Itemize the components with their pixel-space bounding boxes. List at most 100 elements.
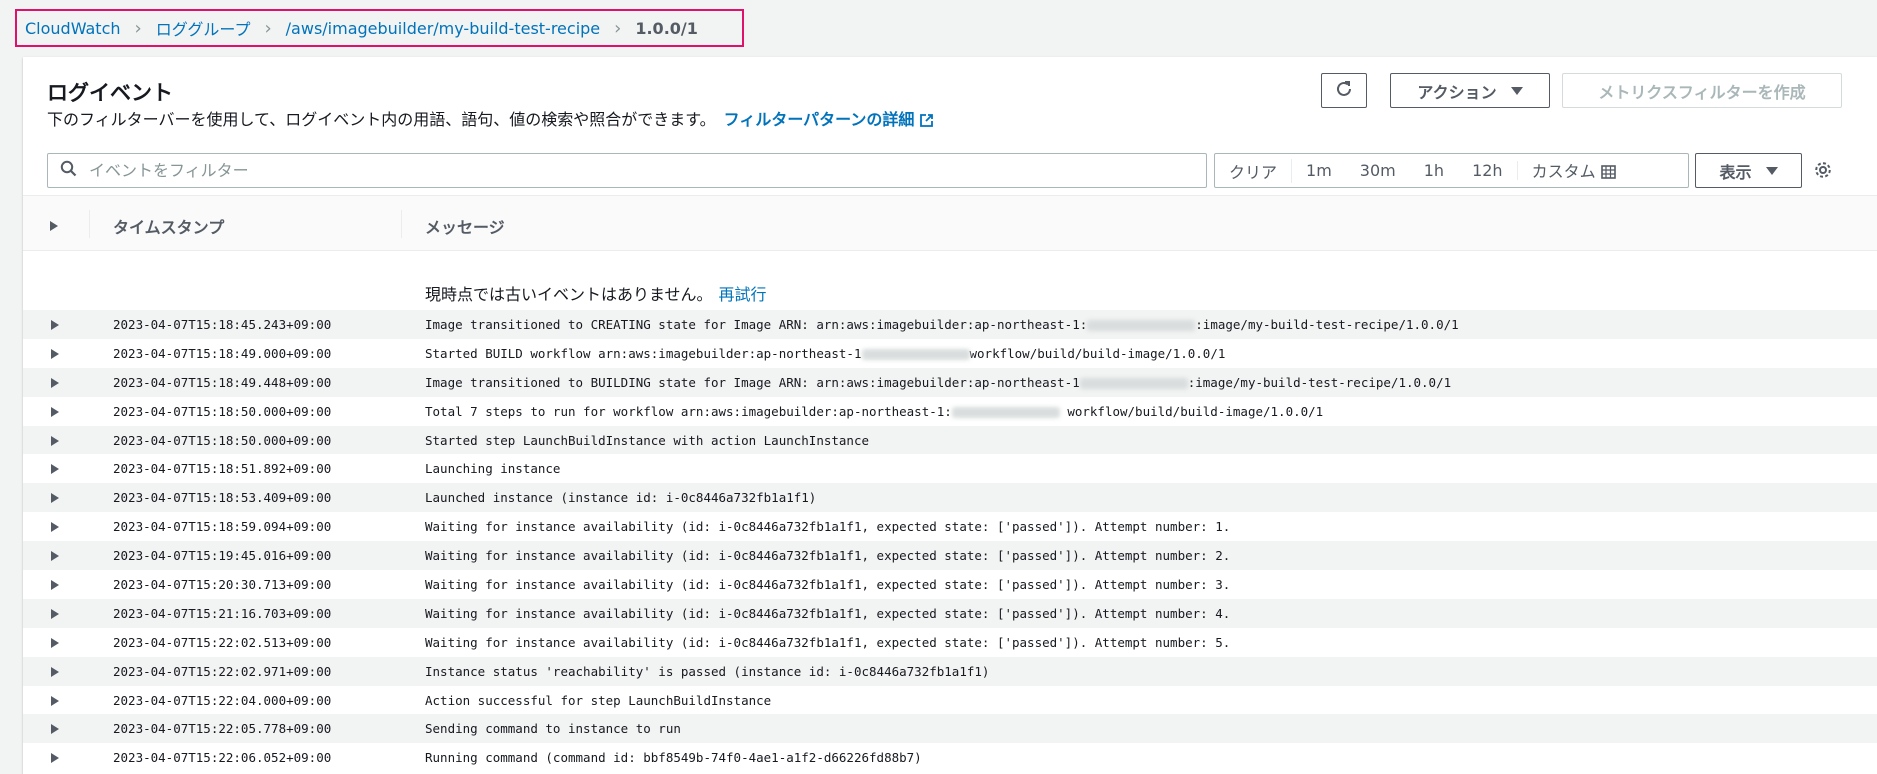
- log-event-row[interactable]: 2023-04-07T15:22:02.971+09:00 Instance st…: [23, 656, 1877, 686]
- message-text: Image transitioned to CREATING state for…: [425, 316, 1088, 332]
- expand-row-icon[interactable]: [50, 666, 60, 681]
- column-header-timestamp[interactable]: タイムスタンプ: [113, 214, 224, 238]
- log-event-row[interactable]: 2023-04-07T15:18:50.000+09:00 Started ste…: [23, 425, 1877, 455]
- time-range-1m[interactable]: 1m: [1292, 161, 1346, 180]
- search-field[interactable]: [47, 153, 1207, 188]
- expand-row-icon[interactable]: [50, 463, 60, 478]
- message-text-suffix: workflow/build/build-image/1.0.0/1: [969, 345, 1226, 361]
- message-text: Waiting for instance availability (id: i…: [425, 605, 1231, 621]
- search-icon: [60, 160, 77, 181]
- log-event-row[interactable]: 2023-04-07T15:18:50.000+09:00 Total 7 ste…: [23, 397, 1877, 426]
- create-metric-filter-button[interactable]: メトリクスフィルターを作成: [1562, 73, 1842, 108]
- caret-down-icon: [1510, 86, 1523, 95]
- log-event-row[interactable]: 2023-04-07T15:21:16.703+09:00 Waiting for…: [23, 598, 1877, 628]
- log-event-row[interactable]: 2023-04-07T15:22:06.052+09:00 Running com…: [23, 743, 1877, 772]
- expand-row-icon[interactable]: [50, 406, 60, 421]
- gear-icon[interactable]: [1813, 160, 1833, 184]
- retry-link[interactable]: 再試行: [719, 285, 767, 304]
- expand-row-icon[interactable]: [50, 695, 60, 710]
- log-event-row[interactable]: 2023-04-07T15:22:02.513+09:00 Waiting for…: [23, 628, 1877, 657]
- log-event-message: Waiting for instance availability (id: i…: [425, 635, 1230, 650]
- expand-row-icon[interactable]: [50, 319, 60, 334]
- log-event-row[interactable]: 2023-04-07T15:22:04.000+09:00 Action succ…: [23, 686, 1877, 715]
- log-event-message: Waiting for instance availability (id: i…: [425, 606, 1230, 621]
- log-event-message: Launching instance: [425, 461, 560, 476]
- message-text-suffix: :image/my-build-test-recipe/1.0.0/1: [1195, 316, 1459, 332]
- log-event-message: Running command (command id: bbf8549b-74…: [425, 750, 922, 765]
- redacted-account-id: [861, 348, 970, 360]
- search-input[interactable]: [87, 160, 1171, 181]
- log-event-row[interactable]: 2023-04-07T15:22:05.778+09:00 Sending com…: [23, 714, 1877, 744]
- expand-row-icon[interactable]: [50, 492, 60, 507]
- expand-row-icon[interactable]: [50, 435, 60, 450]
- log-event-row[interactable]: 2023-04-07T15:20:30.713+09:00 Waiting for…: [23, 570, 1877, 599]
- table-header: タイムスタンプ メッセージ: [23, 195, 1877, 251]
- log-event-timestamp: 2023-04-07T15:22:02.971+09:00: [113, 663, 332, 679]
- log-event-timestamp: 2023-04-07T15:18:50.000+09:00: [113, 432, 332, 448]
- message-text: Running command (command id: bbf8549b-74…: [425, 750, 922, 766]
- log-event-row[interactable]: 2023-04-07T15:18:49.448+09:00 Image trans…: [23, 367, 1877, 397]
- log-event-row[interactable]: 2023-04-07T15:18:53.409+09:00 Launched in…: [23, 483, 1877, 513]
- breadcrumb-log-groups[interactable]: ロググループ: [156, 16, 251, 40]
- message-text: Total 7 steps to run for workflow arn:aw…: [425, 403, 952, 419]
- log-event-timestamp: 2023-04-07T15:20:30.713+09:00: [113, 576, 332, 592]
- redacted-account-id: [1079, 377, 1188, 389]
- breadcrumb-log-group[interactable]: /aws/imagebuilder/my-build-test-recipe: [286, 19, 600, 38]
- description-text: 下のフィルターバーを使用して、ログイベント内の用語、語句、値の検索や照合ができま…: [47, 110, 716, 129]
- expand-row-icon[interactable]: [50, 521, 60, 536]
- expand-row-icon[interactable]: [50, 348, 60, 363]
- column-divider: [89, 210, 90, 238]
- chevron-right-icon: ›: [264, 17, 272, 39]
- log-event-timestamp: 2023-04-07T15:18:49.000+09:00: [113, 345, 332, 361]
- panel-description: 下のフィルターバーを使用して、ログイベント内の用語、語句、値の検索や照合ができま…: [47, 106, 934, 131]
- log-event-message: Waiting for instance availability (id: i…: [425, 577, 1230, 592]
- message-text: Waiting for instance availability (id: i…: [425, 634, 1231, 650]
- log-event-message: Launched instance (instance id: i-0c8446…: [425, 490, 816, 505]
- page-title: ログイベント: [47, 81, 173, 105]
- time-range-1h[interactable]: 1h: [1410, 161, 1458, 180]
- log-event-timestamp: 2023-04-07T15:18:45.243+09:00: [113, 316, 332, 332]
- log-event-message: Action successful for step LaunchBuildIn…: [425, 693, 771, 708]
- filter-pattern-link[interactable]: フィルターパターンの詳細: [724, 110, 934, 129]
- refresh-icon: [1335, 80, 1353, 102]
- expand-row-icon[interactable]: [50, 723, 60, 738]
- message-text: Waiting for instance availability (id: i…: [425, 576, 1231, 592]
- time-range-custom[interactable]: カスタム: [1518, 158, 1630, 183]
- message-text-suffix: workflow/build/build-image/1.0.0/1: [1059, 403, 1324, 419]
- expand-row-icon[interactable]: [50, 637, 60, 652]
- log-event-message: Waiting for instance availability (id: i…: [425, 548, 1230, 563]
- expand-row-icon[interactable]: [50, 752, 60, 767]
- log-event-message: Started step LaunchBuildInstance with ac…: [425, 433, 869, 448]
- expand-row-icon[interactable]: [50, 377, 60, 392]
- log-event-row[interactable]: 2023-04-07T15:18:59.094+09:00 Waiting for…: [23, 512, 1877, 541]
- time-range-30m[interactable]: 30m: [1346, 161, 1410, 180]
- log-event-row[interactable]: 2023-04-07T15:18:49.000+09:00 Started BUI…: [23, 339, 1877, 368]
- message-text: Action successful for step LaunchBuildIn…: [425, 692, 772, 708]
- redacted-account-id: [951, 406, 1060, 418]
- log-event-message: Image transitioned to BUILDING state for…: [425, 375, 1451, 390]
- expand-row-icon[interactable]: [50, 579, 60, 594]
- expand-row-icon[interactable]: [50, 608, 60, 623]
- refresh-button[interactable]: [1321, 73, 1367, 108]
- expand-row-icon[interactable]: [50, 550, 60, 565]
- expand-all-icon[interactable]: [49, 217, 59, 236]
- log-event-timestamp: 2023-04-07T15:22:05.778+09:00: [113, 721, 332, 737]
- notice-text: 現時点では古いイベントはありません。: [425, 285, 713, 304]
- display-button[interactable]: 表示: [1695, 153, 1802, 188]
- log-event-timestamp: 2023-04-07T15:22:02.513+09:00: [113, 634, 332, 650]
- time-range-clear[interactable]: クリア: [1215, 158, 1293, 183]
- message-text: Started step LaunchBuildInstance with ac…: [425, 432, 870, 448]
- message-text: Started BUILD workflow arn:aws:imagebuil…: [425, 345, 862, 361]
- column-header-message[interactable]: メッセージ: [425, 214, 505, 238]
- time-range-12h[interactable]: 12h: [1458, 161, 1518, 180]
- log-event-timestamp: 2023-04-07T15:18:53.409+09:00: [113, 490, 332, 506]
- log-event-timestamp: 2023-04-07T15:21:16.703+09:00: [113, 605, 332, 621]
- breadcrumb-cloudwatch[interactable]: CloudWatch: [25, 19, 121, 38]
- breadcrumb-current: 1.0.0/1: [635, 18, 698, 38]
- log-event-row[interactable]: 2023-04-07T15:18:45.243+09:00 Image trans…: [23, 310, 1877, 339]
- actions-button[interactable]: アクション: [1390, 73, 1550, 108]
- log-event-row[interactable]: 2023-04-07T15:18:51.892+09:00 Launching i…: [23, 454, 1877, 483]
- log-event-row[interactable]: 2023-04-07T15:19:45.016+09:00 Waiting for…: [23, 541, 1877, 571]
- log-event-timestamp: 2023-04-07T15:18:49.448+09:00: [113, 374, 332, 390]
- log-event-message: Waiting for instance availability (id: i…: [425, 519, 1230, 534]
